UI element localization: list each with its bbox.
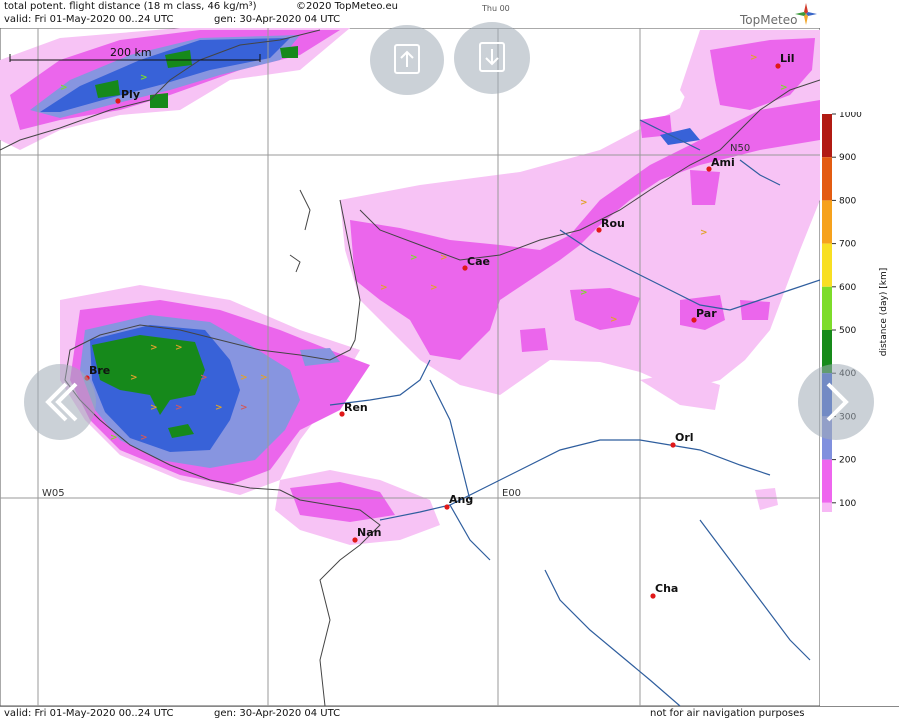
chevron-right-icon bbox=[826, 382, 849, 422]
compass-icon bbox=[795, 3, 817, 25]
svg-text:Ami: Ami bbox=[711, 156, 735, 169]
footer-bar: valid: Fri 01-May-2020 00..24 UTC gen: 3… bbox=[0, 706, 899, 720]
svg-text:>: > bbox=[240, 403, 248, 413]
copyright: ©2020 TopMeteo.eu bbox=[296, 1, 398, 12]
svg-text:>: > bbox=[200, 373, 208, 383]
svg-text:>: > bbox=[410, 253, 418, 263]
legend-swatch bbox=[822, 286, 832, 330]
color-legend: 10009008007006005004003002001000 distanc… bbox=[822, 112, 889, 512]
svg-text:>: > bbox=[750, 53, 758, 63]
svg-text:Rou: Rou bbox=[601, 217, 625, 230]
legend-ticks: 10009008007006005004003002001000 bbox=[832, 112, 862, 509]
svg-text:>: > bbox=[215, 403, 223, 413]
svg-text:>: > bbox=[610, 315, 618, 325]
svg-text:>: > bbox=[780, 83, 788, 93]
legend-swatch bbox=[822, 114, 832, 158]
legend-tick-label: 200 bbox=[839, 456, 856, 466]
legend-tick-label: 500 bbox=[839, 326, 856, 336]
scroll-down-button[interactable] bbox=[454, 22, 530, 94]
arrow-up-icon bbox=[394, 44, 420, 74]
svg-text:>: > bbox=[440, 253, 448, 263]
svg-text:>: > bbox=[240, 373, 248, 383]
svg-text:>: > bbox=[130, 373, 138, 383]
svg-text:>: > bbox=[60, 83, 68, 93]
legend-swatch bbox=[822, 502, 832, 512]
generated-time: gen: 30-Apr-2020 04 UTC bbox=[214, 14, 341, 25]
svg-text:>: > bbox=[140, 433, 148, 443]
svg-text:Par: Par bbox=[696, 307, 717, 320]
svg-text:>: > bbox=[430, 283, 438, 293]
legend-swatch bbox=[822, 243, 832, 287]
svg-text:Orl: Orl bbox=[675, 431, 694, 444]
legend-tick-label: 800 bbox=[839, 196, 856, 206]
grid-label-w05: W05 bbox=[42, 488, 65, 499]
svg-text:Cha: Cha bbox=[655, 582, 678, 595]
legend-tick-label: 1000 bbox=[839, 112, 862, 120]
legend-tick-label: 600 bbox=[839, 283, 856, 293]
footer-generated-time: gen: 30-Apr-2020 04 UTC bbox=[214, 708, 341, 719]
logo-text: TopMeteo bbox=[739, 13, 797, 27]
arrow-down-icon bbox=[479, 42, 505, 72]
svg-text:Lil: Lil bbox=[780, 52, 795, 65]
grid-label-n50: N50 bbox=[730, 143, 750, 154]
footer-disclaimer: not for air navigation purposes bbox=[650, 708, 805, 719]
legend-swatch bbox=[822, 200, 832, 244]
legend-title: distance (day) [km] bbox=[879, 268, 889, 356]
legend-tick-label: 100 bbox=[839, 499, 856, 509]
svg-text:Cae: Cae bbox=[467, 255, 490, 268]
svg-text:>: > bbox=[260, 373, 268, 383]
svg-text:>: > bbox=[175, 343, 183, 353]
chevron-left-icon bbox=[45, 382, 78, 422]
legend-swatch bbox=[822, 459, 832, 503]
valid-time: valid: Fri 01-May-2020 00..24 UTC bbox=[4, 14, 174, 25]
scale-label: 200 km bbox=[110, 46, 152, 59]
previous-button[interactable] bbox=[24, 364, 96, 440]
grid-label-e00: E00 bbox=[502, 488, 521, 499]
day-tab[interactable]: Thu 00 bbox=[482, 4, 510, 13]
next-button[interactable] bbox=[798, 364, 874, 440]
legend-tick-label: 900 bbox=[839, 153, 856, 163]
svg-text:>: > bbox=[580, 198, 588, 208]
svg-text:>: > bbox=[580, 288, 588, 298]
weather-map: > > > > > > > > > > > > > > > > >> >> >> >> N50 … bbox=[0, 28, 820, 706]
svg-text:>: > bbox=[110, 433, 118, 443]
legend-tick-label: 700 bbox=[839, 240, 856, 250]
map-viewer: total potent. flight distance (18 m clas… bbox=[0, 0, 899, 720]
svg-text:Ren: Ren bbox=[344, 401, 368, 414]
chart-title: total potent. flight distance (18 m clas… bbox=[4, 1, 257, 12]
svg-text:>: > bbox=[140, 73, 148, 83]
svg-text:>: > bbox=[175, 403, 183, 413]
footer-valid-time: valid: Fri 01-May-2020 00..24 UTC bbox=[4, 708, 174, 719]
svg-text:>: > bbox=[380, 283, 388, 293]
legend-color-bar bbox=[822, 114, 832, 512]
svg-text:Nan: Nan bbox=[357, 526, 381, 539]
svg-text:>: > bbox=[150, 403, 158, 413]
svg-text:>: > bbox=[700, 228, 708, 238]
legend-swatch bbox=[822, 157, 832, 201]
svg-text:Ang: Ang bbox=[449, 493, 473, 506]
svg-text:Ply: Ply bbox=[121, 88, 140, 101]
svg-text:>: > bbox=[150, 343, 158, 353]
scroll-up-button[interactable] bbox=[370, 25, 444, 95]
